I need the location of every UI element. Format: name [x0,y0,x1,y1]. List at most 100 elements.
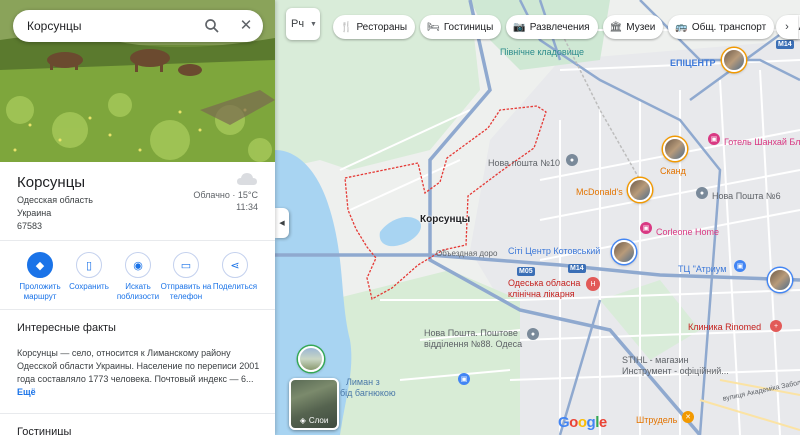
search-icon[interactable] [203,17,221,35]
nearby-icon: ◉ [125,252,151,278]
chip-museums[interactable]: 🏛 Музеи [602,15,664,39]
chevron-right-icon: › [785,21,789,33]
road-shield-m05: M05 [517,267,535,276]
place-region: Одесская область [17,195,93,205]
map-label-rinomed[interactable]: Клиника Rinomed [688,322,761,332]
place-photo-pin[interactable] [768,268,792,292]
map-label-city-center[interactable]: Сіті Центр Котовський [508,246,600,256]
road-shield-m14-top: M14 [776,40,794,49]
map-type-button[interactable]: Рч ▼ [286,8,320,40]
museum-icon: 🏛 [609,21,623,33]
layers-icon: ◈ [299,416,306,425]
chip-hotels[interactable]: 🛏 Гостиницы [420,15,502,39]
chip-label: Общ. транспорт [691,21,767,33]
google-logo: Google [558,414,607,431]
chip-entertainment[interactable]: 📷 Развлечения [506,15,598,39]
facts-text: Корсунцы — село, относится к Лиманскому … [17,347,265,399]
shop-pin-icon[interactable]: ▣ [458,373,470,385]
divider [0,413,275,414]
bus-icon: 🚌 [675,21,688,33]
chip-restaurants[interactable]: 🍴 Рестораны [333,15,416,39]
post-pin-icon[interactable]: ● [527,328,539,340]
map-label-atrium[interactable]: ТЦ "Атриум [678,264,726,274]
post-pin-icon[interactable]: ● [566,154,578,166]
map-label-epicenter[interactable]: ЕПІЦЕНТР [670,58,716,68]
search-box: ✕ [13,10,263,42]
place-photo-pin[interactable] [628,178,652,202]
map-label-shtrudel[interactable]: Штрудель [636,415,677,425]
save-button[interactable]: ▯ Сохранить [63,252,115,292]
map-label-mcdonalds[interactable]: McDonald's [576,187,623,197]
chip-label: Рестораны [356,21,408,33]
map-label-road: Объездная доро [436,249,498,258]
map-type-label: Рч [291,18,305,30]
map-label-liman-line2: бiд багнюкою [340,388,396,398]
map-label-cemetery[interactable]: Північне кладовище [500,47,584,57]
map-label-stihl-line1[interactable]: STIHL - магазин [622,355,688,365]
directions-icon: ◆ [27,252,53,278]
chip-label: Развлечения [529,21,590,33]
close-icon[interactable]: ✕ [237,17,255,35]
more-link[interactable]: Ещё [17,387,36,397]
send-to-phone-button[interactable]: ▭ Отправить на телефон [160,252,212,302]
chip-transit[interactable]: 🚌 Общ. транспорт [668,15,775,39]
chip-label: Музеи [626,21,656,33]
place-hero-photo[interactable]: ✕ [0,0,275,162]
place-photo-pin[interactable] [663,137,687,161]
map-label-skand[interactable]: Сканд [660,166,686,176]
search-input[interactable] [27,19,197,33]
map-label-stihl-line2[interactable]: Инструмент - офіційний... [622,366,729,376]
action-label: Сохранить [69,282,109,291]
clinic-pin-icon[interactable]: + [770,320,782,332]
map-label-town[interactable]: Корсунцы [420,215,470,225]
share-icon: ⋖ [222,252,248,278]
hotel-pin-icon[interactable]: ▣ [708,133,720,145]
place-country: Украина [17,208,52,218]
post-pin-icon[interactable]: ● [696,187,708,199]
store-pin-icon[interactable]: ▣ [640,222,652,234]
action-label: Поделиться [212,282,258,291]
layers-button[interactable]: ◈ Слои [289,378,339,430]
map-label-nova-poshta-other[interactable]: Нова Пошта №6 [712,191,781,201]
map-label-np88-line1[interactable]: Нова Пошта. Поштове [424,328,518,338]
place-postcode: 67583 [17,221,43,231]
maps-app: Північне кладовище ЕПІЦЕНТР ▣ Готель Шан… [0,0,800,435]
map-label-hospital-line1[interactable]: Одеська обласна [508,278,580,288]
facts-heading: Интересные факты [17,322,116,334]
category-chips: 🍴 Рестораны 🛏 Гостиницы 📷 Развлечения 🏛 … [333,15,800,39]
map-label-hotel[interactable]: Готель Шанхай Бл [724,137,800,147]
caret-down-icon: ▼ [310,20,317,28]
chevron-left-icon: ◀ [279,220,285,227]
map-label-nova-poshta-10[interactable]: Нова пошта №10 [488,158,560,168]
weather-text: Облачно · 15°C [193,190,258,200]
place-photo-pin[interactable] [612,240,636,264]
layers-label: Слои [308,416,329,425]
camera-icon: 📷 [513,21,526,33]
map-label-corleone[interactable]: Corleone Home [656,227,719,237]
place-photo-pin[interactable] [722,48,746,72]
hospital-pin-icon[interactable]: H [586,277,600,291]
map-label-np88-line2[interactable]: відділення №88. Одеса [424,339,522,349]
nearby-button[interactable]: ◉ Искать поблизости [112,252,164,302]
shop-pin-icon[interactable]: ▣ [734,260,746,272]
road-shield-m14: M14 [568,264,586,273]
share-button[interactable]: ⋖ Поделиться [209,252,261,292]
map-label-hospital-line2[interactable]: клінічна лікарня [508,289,575,299]
facts-body: Корсунцы — село, относится к Лиманскому … [17,348,260,384]
action-buttons: ◆ Проложить маршрут ▯ Сохранить ◉ Искать… [0,240,275,310]
map-label-liman-line1: Лиман з [346,377,380,387]
bed-icon: 🛏 [427,21,440,33]
place-title: Корсунцы [17,174,86,191]
action-label: Отправить на телефон [160,282,212,301]
cloud-icon [237,173,257,185]
collapse-panel-button[interactable]: ◀ [275,208,289,238]
action-label: Искать поблизости [116,282,160,301]
bookmark-icon: ▯ [76,252,102,278]
chips-next-button[interactable]: › [776,15,798,39]
hotels-heading: Гостиницы [17,426,72,435]
restaurant-pin-icon[interactable]: ✕ [682,411,694,423]
street-view-thumbnail[interactable] [298,346,324,372]
directions-button[interactable]: ◆ Проложить маршрут [14,252,66,302]
chip-label: Гостиницы [443,21,494,33]
place-panel: ✕ Корсунцы Одесская область Украина 6758… [0,0,275,435]
